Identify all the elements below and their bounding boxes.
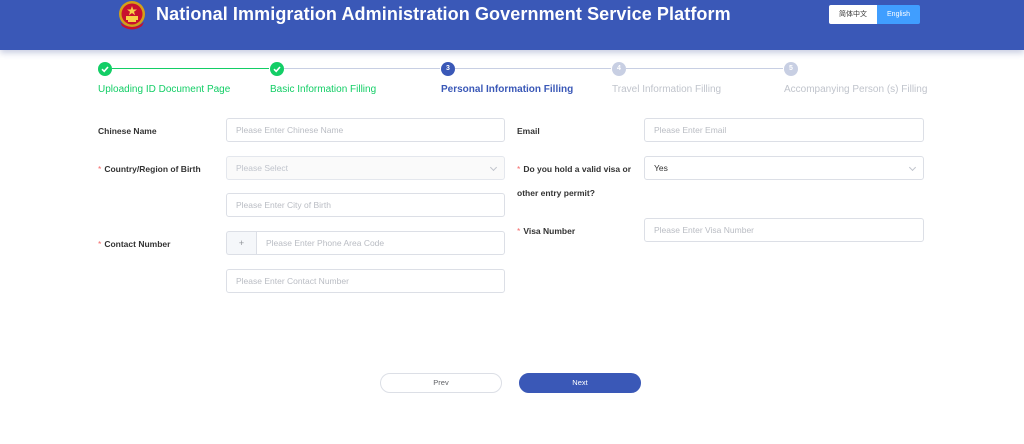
chevron-down-icon (908, 163, 917, 172)
step-connector (626, 68, 783, 69)
birth-country-select[interactable]: Please Select (226, 156, 505, 180)
email-input[interactable] (644, 118, 924, 142)
step-5-number: 5 (784, 62, 798, 76)
phone-area-code-input[interactable] (256, 231, 505, 255)
site-title: National Immigration Administration Gove… (156, 4, 731, 24)
visa-number-label: * Visa Number (517, 226, 576, 236)
language-switch: 简体中文 English (829, 5, 920, 24)
national-emblem-icon (119, 1, 145, 30)
chinese-name-label: Chinese Name (98, 126, 157, 136)
contact-number-label-text: Contact Number (104, 239, 171, 249)
visa-number-label-text: Visa Number (523, 226, 576, 236)
step-connector (112, 68, 269, 69)
birth-city-input[interactable] (226, 193, 505, 217)
lang-en-button[interactable]: English (877, 5, 920, 24)
step-5-label: Accompanying Person (s) Filling (784, 84, 928, 95)
step-4-label: Travel Information Filling (612, 84, 722, 95)
contact-number-input[interactable] (226, 269, 505, 293)
header-bar: National Immigration Administration Gove… (0, 0, 1024, 50)
phone-prefix: + (226, 231, 256, 255)
lang-zh-button[interactable]: 简体中文 (829, 5, 877, 24)
visa-number-input[interactable] (644, 218, 924, 242)
birth-country-label-text: Country/Region of Birth (104, 164, 201, 174)
step-4-number: 4 (612, 62, 626, 76)
visa-held-value: Yes (654, 163, 668, 173)
birth-country-placeholder: Please Select (236, 163, 288, 173)
step-3-number: 3 (441, 62, 455, 76)
visa-held-select[interactable]: Yes (644, 156, 924, 180)
contact-number-label: * Contact Number (98, 239, 171, 249)
prev-button[interactable]: Prev (380, 373, 502, 393)
email-label: Email (517, 126, 540, 136)
next-button[interactable]: Next (519, 373, 641, 393)
step-connector (455, 68, 611, 69)
chinese-name-input[interactable] (226, 118, 505, 142)
step-1-label: Uploading ID Document Page (98, 84, 231, 95)
visa-held-label-line1: Do you hold a valid visa or (523, 164, 632, 174)
visa-held-label-line2: other entry permit? (517, 188, 595, 198)
chevron-down-icon (489, 163, 498, 172)
step-1-check-icon (98, 62, 112, 76)
step-connector (284, 68, 440, 69)
birth-country-label: * Country/Region of Birth (98, 164, 201, 174)
visa-held-label: * Do you hold a valid visa or (517, 164, 632, 174)
step-3-label: Personal Information Filling (441, 84, 574, 95)
step-2-check-icon (270, 62, 284, 76)
step-2-label: Basic Information Filling (270, 84, 377, 95)
